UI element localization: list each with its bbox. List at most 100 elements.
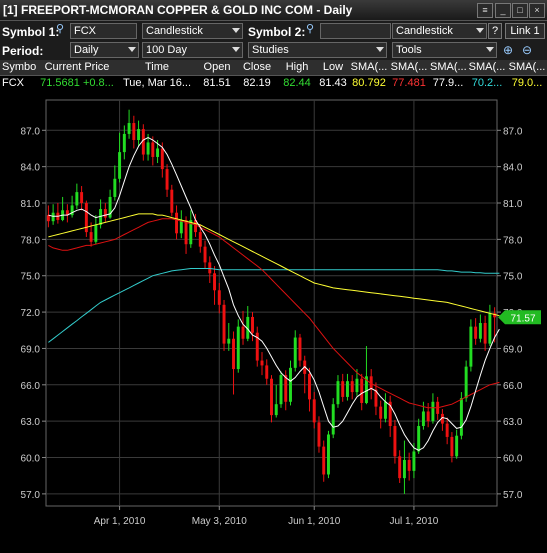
symbol1-input[interactable]: FCX (70, 23, 137, 39)
candle-body (122, 133, 126, 153)
column-header[interactable]: Close (238, 61, 276, 73)
column-header[interactable]: SMA(... (350, 61, 388, 73)
help-button[interactable]: ? (488, 23, 502, 39)
candle-body (450, 436, 454, 457)
range-select[interactable]: 100 Day (142, 42, 243, 58)
minimize-icon[interactable]: _ (495, 3, 511, 18)
candle-body (270, 378, 273, 416)
maximize-icon[interactable]: □ (512, 3, 528, 18)
chart-area[interactable]: 87.0 87.0 84.0 84.0 81.0 81.0 78.0 78.0 75.0 75.0… (0, 92, 547, 548)
candle-body (198, 232, 202, 247)
candle-body (455, 435, 459, 457)
table-cell: 81.43 (319, 77, 347, 89)
table-cell: 70.2... (471, 77, 503, 89)
studies-value: Studies (252, 44, 289, 56)
x-tick-label: Apr 1, 2010 (94, 516, 146, 527)
candle-body (274, 404, 278, 416)
chart-type2-value: Candlestick (396, 25, 453, 37)
symbol-toolbar: Symbol 1: ⚲ FCX Candlestick Symbol 2: ⚲ … (0, 21, 547, 41)
column-header[interactable]: Low (318, 61, 348, 73)
candle-body (345, 381, 349, 397)
symbol2-label: Symbol 2: (248, 25, 306, 39)
y-tick-label-left: 78.0 (21, 235, 41, 246)
candle-body (402, 459, 406, 479)
candle-body (312, 399, 316, 423)
candle-body (175, 212, 179, 234)
range-value: 100 Day (146, 44, 187, 56)
period-value: Daily (74, 44, 99, 56)
candle-body (217, 290, 221, 305)
candle-body (469, 326, 473, 367)
candle-body (113, 178, 117, 197)
candle-body (459, 398, 463, 436)
zoom-out-icon[interactable]: ⊖ (522, 43, 532, 57)
x-tick-label: May 3, 2010 (192, 516, 247, 527)
candle-body (103, 209, 107, 218)
quote-table-header: Symbol Current Price Time Open Close High Low S… (0, 60, 547, 76)
candle-body (179, 219, 183, 234)
x-tick-label: Jul 1, 2010 (389, 516, 438, 527)
chart-type1-value: Candlestick (146, 25, 203, 37)
column-header[interactable]: SMA(... (430, 61, 466, 73)
chevron-down-icon (232, 28, 240, 33)
period-select[interactable]: Daily (70, 42, 139, 58)
y-tick-label-left: 72.0 (21, 308, 41, 319)
y-tick-label-left: 81.0 (21, 199, 41, 210)
column-header[interactable]: High (278, 61, 316, 73)
tools-value: Tools (396, 44, 422, 56)
chart-type2-select[interactable]: Candlestick (392, 23, 487, 39)
y-tick-label-right: 78.0 (503, 235, 523, 246)
candlestick-chart[interactable]: 87.0 87.0 84.0 84.0 81.0 81.0 78.0 78.0 75.0 75.0… (0, 92, 547, 548)
period-toolbar: Period: Daily 100 Day Studies Tools ⊕ ⊖ (0, 40, 547, 60)
column-header[interactable]: SMA(... (390, 61, 428, 73)
candle-body (89, 232, 93, 242)
candle-body (46, 215, 50, 222)
candle-body (474, 326, 478, 339)
symbol1-value: FCX (74, 25, 96, 37)
column-header[interactable]: SMA(... (468, 61, 506, 73)
column-header[interactable]: SMA(... (508, 61, 546, 73)
symbol2-input[interactable] (320, 23, 391, 39)
menu-icon[interactable]: ≡ (477, 3, 493, 18)
close-icon[interactable]: × (529, 3, 545, 18)
x-tick-label: Jun 1, 2010 (288, 516, 341, 527)
candle-body (265, 365, 269, 379)
candle-body (208, 262, 212, 274)
column-header[interactable]: Current Price (38, 61, 116, 73)
candle-body (326, 434, 330, 475)
column-header[interactable]: Open (198, 61, 236, 73)
chevron-down-icon (376, 47, 384, 52)
tools-select[interactable]: Tools (392, 42, 497, 58)
candle-body (407, 459, 411, 471)
y-tick-label-right: 87.0 (503, 126, 523, 137)
table-cell: Tue, Mar 16... (122, 77, 192, 89)
symbol2-search-icon[interactable]: ⚲ (306, 24, 317, 35)
y-tick-label-left: 75.0 (21, 272, 41, 283)
candle-body (336, 381, 340, 405)
y-tick-label-right: 66.0 (503, 381, 523, 392)
column-header[interactable]: Symbol (2, 61, 36, 73)
candle-body (203, 246, 207, 263)
candle-body (170, 189, 174, 213)
candle-body (298, 337, 302, 361)
candle-body (341, 381, 345, 397)
quote-table-row[interactable]: FCX 71.5681 +0.8... Tue, Mar 16... 81.51 82.… (0, 76, 547, 91)
candle-body (398, 456, 402, 479)
candle-body (132, 123, 136, 140)
column-header[interactable]: Time (118, 61, 196, 73)
chevron-down-icon (476, 28, 484, 33)
candle-body (251, 316, 254, 333)
candle-body (127, 123, 131, 134)
candle-body (488, 313, 492, 344)
candle-body (308, 373, 311, 400)
zoom-in-icon[interactable]: ⊕ (503, 43, 513, 57)
link-button[interactable]: Link 1 (505, 23, 545, 39)
chart-type1-select[interactable]: Candlestick (142, 23, 243, 39)
candle-body (51, 212, 55, 222)
candle-body (137, 129, 141, 140)
studies-select[interactable]: Studies (248, 42, 387, 58)
candle-body (360, 378, 364, 403)
candle-body (317, 422, 321, 447)
symbol1-search-icon[interactable]: ⚲ (56, 24, 67, 35)
candle-body (421, 411, 425, 427)
